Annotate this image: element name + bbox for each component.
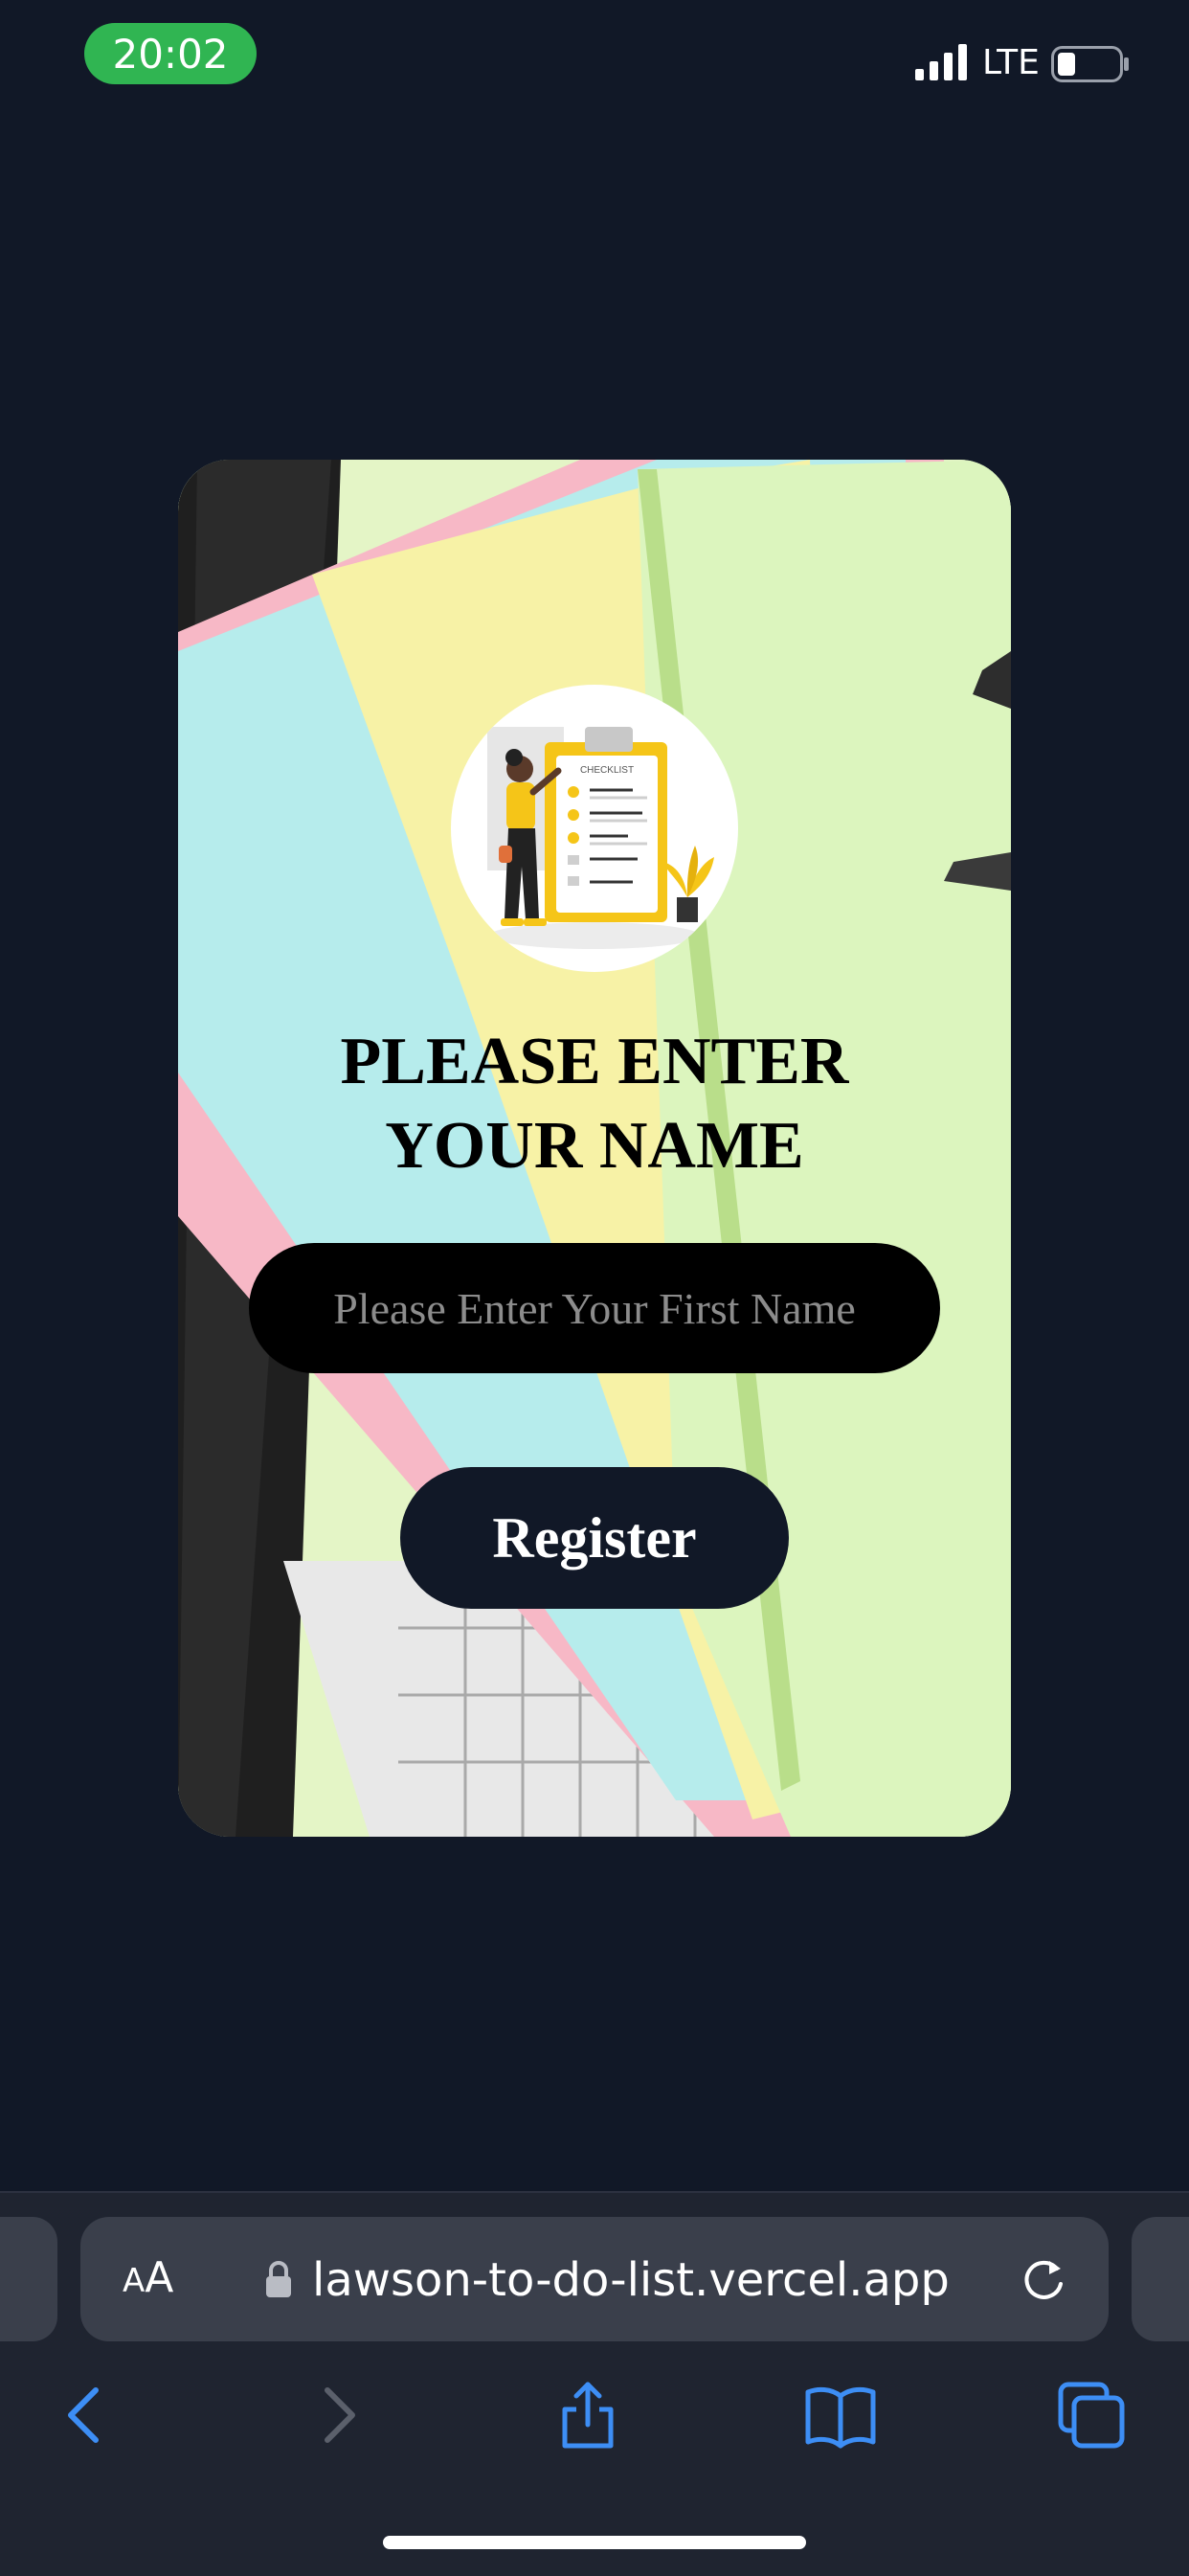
home-indicator[interactable] — [383, 2536, 806, 2549]
back-icon[interactable] — [46, 2377, 123, 2453]
signal-icon — [915, 44, 967, 80]
reader-settings-button[interactable]: AA — [123, 2251, 173, 2308]
previous-tab-preview[interactable] — [0, 2217, 57, 2341]
checklist-icon: CHECKLIST — [487, 727, 714, 949]
browser-chrome: AA lawson-to-do-list.vercel.app — [0, 2191, 1189, 2576]
checklist-illustration: CHECKLIST — [451, 685, 738, 972]
status-time: 20:02 — [84, 23, 257, 84]
reload-icon[interactable] — [1019, 2255, 1068, 2305]
status-bar: 20:02 LTE — [0, 0, 1189, 134]
title-line-2: YOUR NAME — [385, 1109, 804, 1183]
first-name-input[interactable] — [249, 1243, 940, 1373]
register-button[interactable]: Register — [400, 1467, 789, 1609]
share-icon[interactable] — [550, 2377, 626, 2453]
url-text[interactable]: lawson-to-do-list.vercel.app — [312, 2251, 950, 2309]
address-bar[interactable]: AA lawson-to-do-list.vercel.app — [80, 2217, 1109, 2341]
battery-icon — [1051, 46, 1129, 82]
register-card: CHECKLIST PLEASE ENTER YOUR NAME Please … — [178, 460, 1011, 1837]
forward-icon[interactable] — [301, 2377, 377, 2453]
checklist-label: CHECKLIST — [580, 765, 634, 776]
next-tab-preview[interactable] — [1132, 2217, 1189, 2341]
page-title: PLEASE ENTER YOUR NAME — [178, 1020, 1011, 1188]
network-type: LTE — [982, 43, 1040, 82]
title-line-1: PLEASE ENTER — [340, 1025, 849, 1098]
bookmarks-icon[interactable] — [802, 2377, 879, 2453]
tabs-icon[interactable] — [1053, 2377, 1130, 2453]
lock-icon — [266, 2261, 291, 2297]
